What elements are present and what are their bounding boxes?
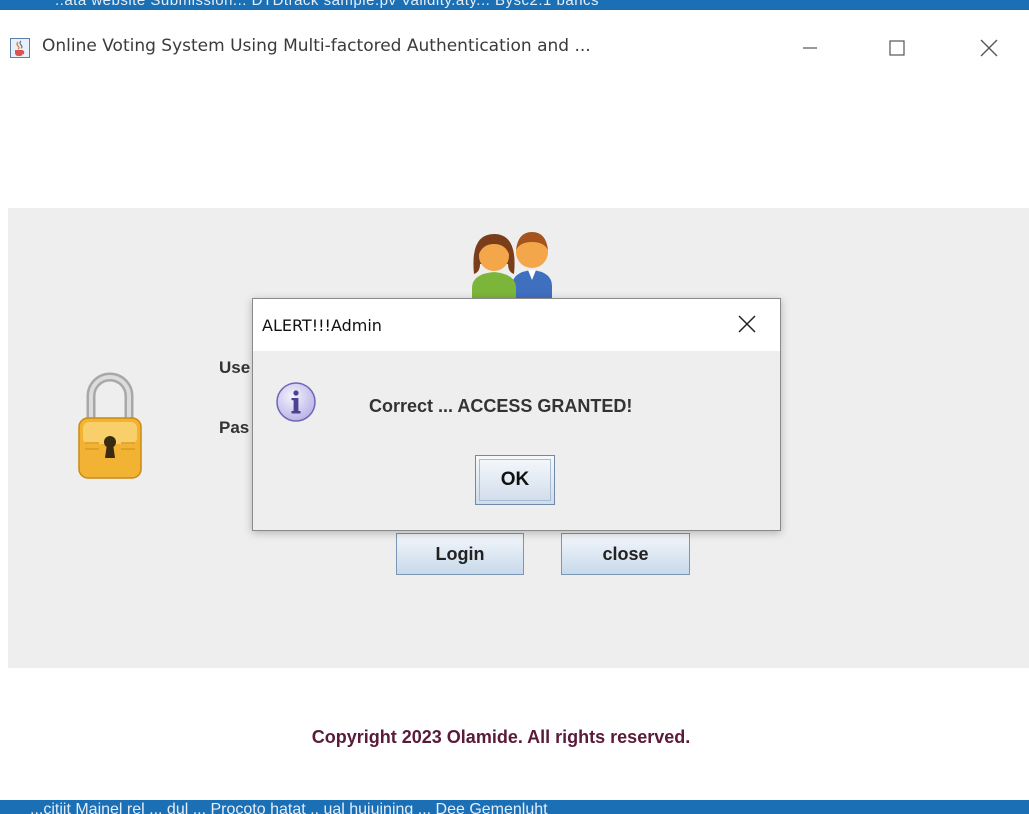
alert-dialog: ALERT!!!Admin Correct ... ACCESS GRANTED… <box>252 298 781 531</box>
window-close-button[interactable] <box>969 30 1009 66</box>
minimize-button[interactable] <box>790 30 830 66</box>
password-label: Pas <box>219 418 250 437</box>
minimize-icon <box>801 39 819 57</box>
close-button[interactable]: close <box>561 533 690 575</box>
ok-button[interactable]: OK <box>475 455 555 505</box>
background-strip-text: ..ata website Submission... DTDtrack sam… <box>55 0 600 9</box>
window-title: Online Voting System Using Multi-factore… <box>42 36 591 56</box>
dialog-close-button[interactable] <box>731 311 763 341</box>
background-window-strip-bottom: ...citiit Mainel rel ... dul ... Procoto… <box>0 800 1029 814</box>
close-icon <box>979 38 999 58</box>
copyright-text: Copyright 2023 Olamide. All rights reser… <box>311 727 691 747</box>
window-titlebar[interactable]: Online Voting System Using Multi-factore… <box>0 10 1029 70</box>
background-strip-text: ...citiit Mainel rel ... dul ... Procoto… <box>30 801 548 814</box>
dialog-message: Correct ... ACCESS GRANTED! <box>369 396 633 416</box>
java-cup-icon <box>10 38 30 58</box>
close-icon <box>737 314 757 339</box>
maximize-button[interactable] <box>877 30 917 66</box>
maximize-icon <box>888 39 906 57</box>
info-icon <box>275 381 317 423</box>
dialog-title: ALERT!!!Admin <box>262 316 382 335</box>
username-label: Use <box>219 358 251 377</box>
dialog-titlebar[interactable]: ALERT!!!Admin <box>253 299 780 351</box>
background-window-strip-top: ..ata website Submission... DTDtrack sam… <box>0 0 1029 10</box>
login-button[interactable]: Login <box>396 533 524 575</box>
padlock-icon <box>77 358 143 480</box>
users-icon <box>468 228 564 304</box>
